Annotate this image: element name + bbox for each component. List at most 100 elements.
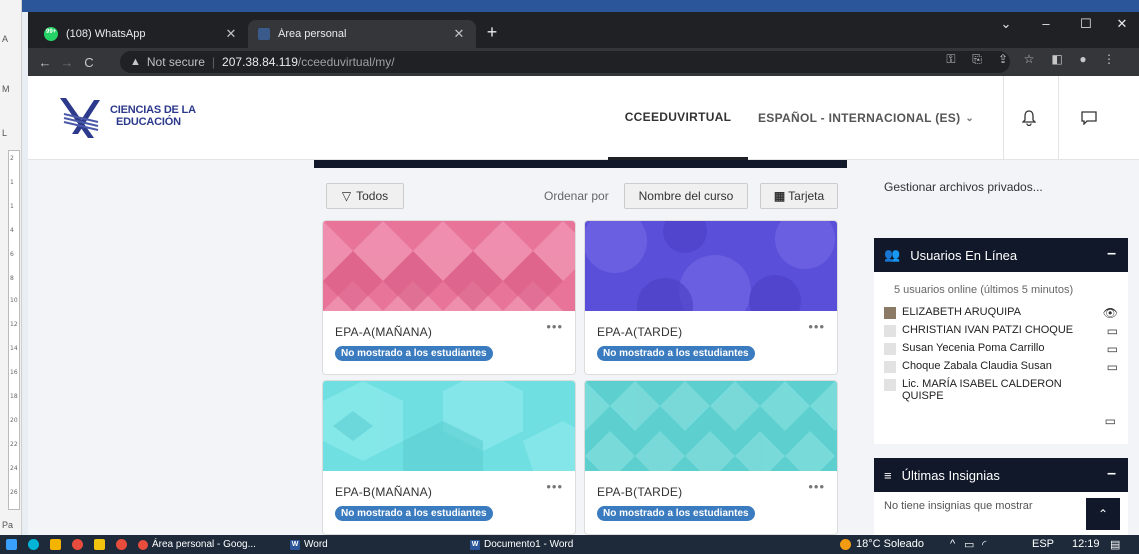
course-image[interactable] — [585, 221, 838, 311]
language-indicator[interactable]: ESP — [1032, 538, 1054, 550]
translate-icon[interactable]: ⎘ — [968, 52, 986, 67]
course-name[interactable]: EPA-A(MAÑANA) — [335, 325, 432, 339]
collapse-block-button[interactable]: – — [1107, 245, 1116, 263]
profile-icon[interactable]: ● — [1074, 52, 1092, 66]
course-image[interactable] — [323, 381, 576, 471]
scroll-to-top-button[interactable]: ⌃ — [1086, 498, 1120, 530]
message-icon[interactable]: ▭ — [1107, 324, 1118, 338]
taskbar-app-chrome[interactable]: Área personal - Goog... — [138, 537, 256, 552]
online-user[interactable]: Susan Yecenia Poma Carrillo ▭ — [884, 342, 1124, 356]
tab-area-personal[interactable]: Área personal ✕ — [248, 20, 476, 48]
back-icon[interactable]: ← — [34, 55, 56, 70]
ruler-label: 20 — [10, 417, 18, 424]
address-bar[interactable]: ▲ Not secure | 207.38.84.119 /cceeduvirt… — [120, 51, 1010, 73]
chrome-icon[interactable] — [72, 539, 83, 550]
user-name[interactable]: Lic. MARÍA ISABEL CALDERON QUISPE — [902, 378, 1084, 402]
language-menu[interactable]: ESPAÑOL - INTERNACIONAL (ES) ⌄ — [758, 76, 988, 160]
course-menu-icon[interactable]: ••• — [546, 319, 563, 334]
sort-button[interactable]: Nombre del curso — [624, 183, 748, 209]
online-user[interactable]: CHRISTIAN IVAN PATZI CHOQUE ▭ — [884, 324, 1124, 338]
wifi-icon[interactable]: ◜ — [982, 538, 986, 551]
battery-icon[interactable]: ▭ — [964, 538, 974, 551]
clock[interactable]: 12:19 — [1072, 538, 1100, 550]
notifications-bell-icon[interactable] — [1003, 76, 1053, 160]
forward-icon[interactable]: → — [56, 55, 78, 70]
course-name[interactable]: EPA-A(TARDE) — [597, 325, 682, 339]
collapse-block-button[interactable]: – — [1107, 465, 1116, 483]
message-icon[interactable]: ▭ — [1107, 360, 1118, 374]
nav-site-link[interactable]: CCEEDUVIRTUAL — [608, 76, 748, 160]
url-separator: | — [211, 55, 216, 69]
course-card[interactable]: EPA-A(MAÑANA) ••• No mostrado a los estu… — [322, 220, 576, 375]
close-window-button[interactable]: ✕ — [1102, 16, 1139, 32]
edge-icon[interactable] — [28, 539, 39, 550]
course-card[interactable]: EPA-B(TARDE) ••• No mostrado a los estud… — [584, 380, 838, 535]
taskbar-app-label: Área personal - Goog... — [152, 539, 256, 550]
filter-label: Todos — [356, 189, 389, 203]
reload-icon[interactable]: C — [78, 55, 100, 70]
store-icon[interactable] — [94, 539, 105, 550]
menu-kebab-icon[interactable]: ⋮ — [1100, 52, 1118, 66]
course-menu-icon[interactable]: ••• — [546, 479, 563, 494]
ruler-label: 16 — [10, 369, 18, 376]
visibility-badge: No mostrado a los estudiantes — [597, 346, 755, 361]
tray-chevron-icon[interactable]: ^ — [950, 538, 955, 550]
users-icon: 👥 — [884, 247, 901, 262]
bookmark-star-icon[interactable]: ☆ — [1020, 52, 1038, 66]
chevron-down-icon: ⌄ — [965, 112, 975, 124]
user-name[interactable]: Susan Yecenia Poma Carrillo — [902, 342, 1044, 354]
word-side-letter: Pa — [2, 520, 14, 530]
weather-sun-icon — [840, 539, 851, 550]
filter-button[interactable]: ▽ Todos — [326, 183, 404, 209]
close-tab-icon[interactable]: ✕ — [452, 26, 466, 42]
tab-search-icon[interactable]: ⌄ — [986, 16, 1026, 32]
manage-private-files-link[interactable]: Gestionar archivos privados... — [884, 180, 1043, 194]
windows-start-icon[interactable] — [6, 539, 17, 550]
view-button[interactable]: ▦ Tarjeta — [760, 183, 838, 209]
close-tab-icon[interactable]: ✕ — [224, 26, 238, 42]
avatar — [884, 379, 896, 391]
online-user[interactable]: ELIZABETH ARUQUIPA 👁 — [884, 306, 1124, 320]
word-icon: W — [470, 539, 480, 550]
taskbar-app-word[interactable]: W Word — [290, 537, 328, 552]
minimize-button[interactable]: – — [1026, 16, 1066, 31]
file-explorer-icon[interactable] — [50, 539, 61, 550]
opera-icon[interactable] — [116, 539, 127, 550]
online-user[interactable]: Choque Zabala Claudia Susan ▭ — [884, 360, 1124, 374]
key-icon[interactable]: ⚿ — [942, 52, 960, 67]
share-icon[interactable]: ⇪ — [994, 52, 1012, 66]
online-users-count: 5 usuarios online (últimos 5 minutos) — [894, 284, 1074, 296]
message-icon[interactable]: ▭ — [1105, 414, 1116, 428]
eye-icon[interactable]: 👁 — [1103, 306, 1118, 320]
warning-icon[interactable]: ▲ — [130, 56, 141, 68]
user-name[interactable]: ELIZABETH ARUQUIPA — [902, 306, 1021, 318]
online-users-block: 5 usuarios online (últimos 5 minutos) EL… — [874, 272, 1128, 444]
course-name[interactable]: EPA-B(TARDE) — [597, 485, 682, 499]
messages-icon[interactable] — [1058, 76, 1118, 160]
course-image[interactable] — [585, 381, 838, 471]
online-user[interactable]: Lic. MARÍA ISABEL CALDERON QUISPE — [884, 378, 1084, 402]
site-logo[interactable]: CIENCIAS DE LA EDUCACIÓN — [58, 94, 208, 142]
notifications-icon[interactable]: ▤ — [1110, 538, 1120, 551]
block-title: Últimas Insignias — [901, 467, 1000, 483]
security-label[interactable]: Not secure — [147, 55, 205, 69]
weather-text[interactable]: 18°C Soleado — [856, 538, 924, 550]
course-menu-icon[interactable]: ••• — [808, 479, 825, 494]
tab-whatsapp[interactable]: 99+ (108) WhatsApp ✕ — [34, 20, 248, 48]
user-name[interactable]: Choque Zabala Claudia Susan — [902, 360, 1052, 372]
taskbar-app-word-doc[interactable]: W Documento1 - Word — [470, 537, 573, 552]
message-icon[interactable]: ▭ — [1107, 342, 1118, 356]
new-tab-button[interactable]: + — [482, 22, 502, 42]
ruler-label: 6 — [10, 251, 14, 258]
course-image[interactable] — [323, 221, 576, 311]
ruler-label: 2 — [10, 155, 14, 162]
maximize-button[interactable]: ☐ — [1066, 16, 1106, 32]
course-menu-icon[interactable]: ••• — [808, 319, 825, 334]
course-card[interactable]: EPA-B(MAÑANA) ••• No mostrado a los estu… — [322, 380, 576, 535]
user-name[interactable]: CHRISTIAN IVAN PATZI CHOQUE — [902, 324, 1073, 336]
side-panel-icon[interactable]: ◧ — [1048, 52, 1066, 66]
site-navbar: CIENCIAS DE LA EDUCACIÓN CCEEDUVIRTUAL E… — [28, 76, 1139, 160]
course-name[interactable]: EPA-B(MAÑANA) — [335, 485, 432, 499]
avatar — [884, 343, 896, 355]
course-card[interactable]: EPA-A(TARDE) ••• No mostrado a los estud… — [584, 220, 838, 375]
